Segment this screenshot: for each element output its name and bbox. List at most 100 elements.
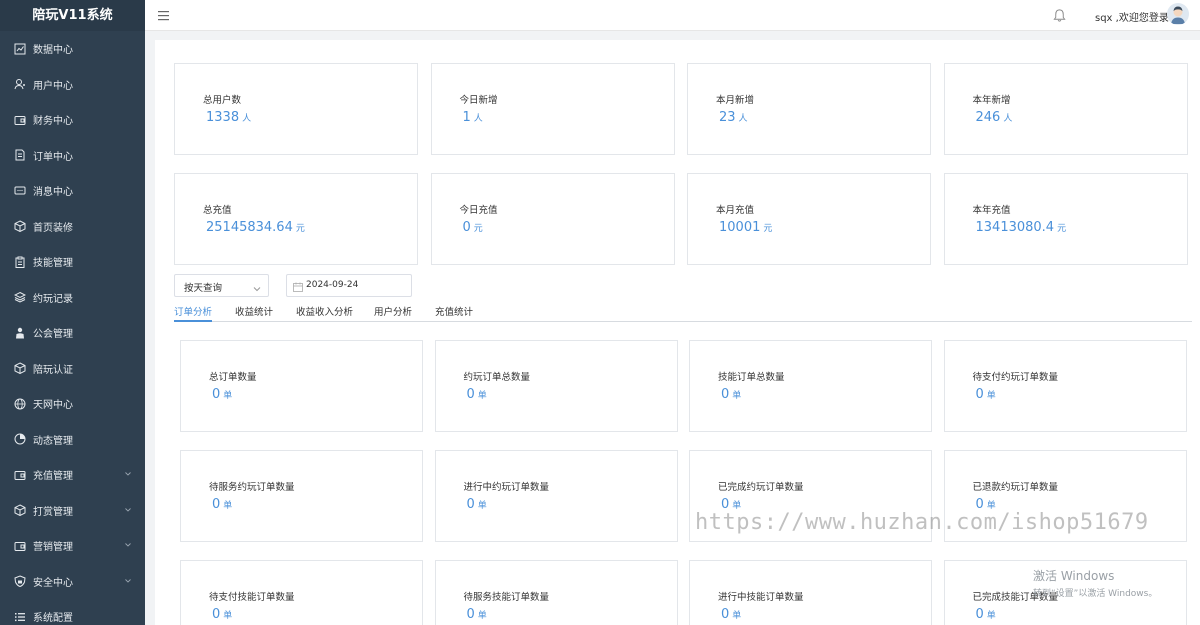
- stat-value-line: 25145834.64 元: [206, 220, 305, 235]
- sidebar-item-12[interactable]: 动态管理: [0, 422, 145, 458]
- stat-label: 待支付约玩订单数量: [972, 372, 1059, 383]
- box-icon: [14, 362, 26, 375]
- tab-4[interactable]: 用户分析: [374, 304, 412, 322]
- welcome-text: sqx ,欢迎您登录: [1095, 13, 1169, 24]
- stat-value-line: 0元: [463, 220, 483, 235]
- sidebar-item-9[interactable]: 公会管理: [0, 315, 145, 351]
- stat-label: 待服务技能订单数量: [463, 592, 550, 603]
- tab-1[interactable]: 订单分析: [174, 304, 213, 322]
- activation-hint: 转到“设置”以激活 Windows。: [1033, 589, 1158, 599]
- sidebar-item-label: 安全中心: [33, 577, 73, 589]
- stat-value-line: 0单: [721, 607, 741, 622]
- tab-5[interactable]: 充值统计: [435, 304, 473, 322]
- recharge-stat-card: 总充值 25145834.64 元: [174, 173, 418, 265]
- sidebar-item-3[interactable]: 财务中心: [0, 102, 145, 138]
- sidebar: 陪玩V11系统 数据中心 用户中心 财务中心 订单中心 消息中心 首页装修 技能管理 约玩记录…: [0, 0, 145, 625]
- stat-label: 进行中技能订单数量: [718, 592, 804, 603]
- stat-unit: 人: [738, 114, 748, 124]
- sidebar-item-label: 订单中心: [33, 151, 73, 163]
- sidebar-item-7[interactable]: 技能管理: [0, 244, 145, 280]
- sidebar-item-16[interactable]: 安全中心: [0, 564, 145, 600]
- sidebar-item-label: 天网中心: [33, 400, 73, 412]
- sidebar-item-4[interactable]: 订单中心: [0, 138, 145, 174]
- sidebar-item-6[interactable]: 首页装修: [0, 209, 145, 245]
- stat-value-line: 0单: [976, 387, 996, 402]
- stat-label: 总订单数量: [209, 372, 257, 383]
- stat-label: 已退款约玩订单数量: [972, 482, 1059, 493]
- stat-value-line: 23 人: [719, 110, 748, 125]
- stat-value-line: 0单: [212, 497, 232, 512]
- pie-icon: [14, 433, 26, 445]
- chart-icon: [14, 43, 26, 55]
- wallet-icon: [14, 114, 26, 126]
- query-mode-select[interactable]: 按天查询: [174, 274, 269, 297]
- sidebar-item-label: 营销管理: [33, 542, 73, 554]
- tab-2[interactable]: 收益统计: [235, 304, 273, 322]
- chevron-down-icon: [253, 282, 261, 292]
- message-icon: [14, 185, 26, 197]
- order-stat-card: 总订单数量 0 单: [180, 340, 423, 432]
- stat-value: 1: [462, 110, 471, 125]
- order-stat-card: 进行中技能订单数量 0 单: [689, 560, 932, 625]
- activation-watermark: 激活 Windows 转到“设置”以激活 Windows。: [1033, 567, 1157, 599]
- order-stat-card: 技能订单总数量 0 单: [689, 340, 932, 432]
- chevron-down-icon: [124, 470, 132, 478]
- bell-icon[interactable]: [1052, 8, 1067, 23]
- sidebar-item-13[interactable]: 充值管理: [0, 457, 145, 493]
- stat-unit: 单: [986, 611, 996, 621]
- stat-unit: 元: [1057, 224, 1067, 234]
- sidebar-item-label: 技能管理: [33, 258, 73, 270]
- stat-value: 0: [721, 607, 730, 622]
- list-icon: [14, 611, 26, 623]
- sidebar-item-label: 数据中心: [33, 45, 73, 57]
- stat-unit: 单: [986, 391, 996, 401]
- stat-value: 246: [975, 110, 1001, 125]
- sidebar-item-11[interactable]: 天网中心: [0, 386, 145, 422]
- sidebar-item-8[interactable]: 约玩记录: [0, 280, 145, 316]
- stat-label: 已完成约玩订单数量: [718, 482, 804, 493]
- sidebar-item-14[interactable]: 打赏管理: [0, 493, 145, 529]
- hamburger-icon[interactable]: [158, 10, 169, 21]
- activation-title: 激活 Windows: [1033, 569, 1115, 583]
- sidebar-item-label: 陪玩认证: [33, 364, 73, 376]
- stat-label: 总充值: [203, 205, 232, 216]
- recharge-stat-card: 本月充值 10001 元: [687, 173, 931, 265]
- order-stat-card: 待服务技能订单数量 0 单: [434, 560, 678, 625]
- stat-value-line: 10001 元: [719, 220, 772, 235]
- person-icon: [14, 327, 26, 339]
- tab-3[interactable]: 收益收入分析: [296, 304, 353, 322]
- sidebar-item-10[interactable]: 陪玩认证: [0, 351, 145, 387]
- sidebar-item-17[interactable]: 系统配置: [0, 599, 145, 625]
- user-stat-card: 今日新增 1 人: [430, 63, 675, 155]
- sidebar-menu: 数据中心用户中心 财务中心订单中心消息中心首页装修技能管理约玩记录 公会管理陪玩认证…: [0, 31, 145, 625]
- date-picker[interactable]: 2024-09-24: [286, 274, 412, 297]
- sidebar-item-5[interactable]: 消息中心: [0, 173, 145, 209]
- stat-label: 约玩订单总数量: [463, 372, 531, 383]
- avatar[interactable]: [1167, 3, 1189, 25]
- recharge-stat-card: 今日充值 0 元: [430, 173, 675, 265]
- stat-value: 25145834.64: [206, 220, 293, 235]
- sidebar-item-label: 消息中心: [33, 187, 73, 199]
- sidebar-item-1[interactable]: 数据中心: [0, 31, 145, 67]
- stat-value: 0: [212, 387, 221, 402]
- layers-icon: [14, 291, 26, 303]
- order-stat-card: 待支付约玩订单数量 0 单: [943, 340, 1187, 432]
- box-icon: [14, 504, 26, 517]
- document-icon: [14, 149, 26, 161]
- user-stat-card: 本年新增 246 人: [943, 63, 1188, 155]
- date-value: 2024-09-24: [306, 280, 359, 290]
- sidebar-item-15[interactable]: 营销管理: [0, 528, 145, 564]
- stat-unit: 单: [477, 501, 487, 511]
- stat-value: 10001: [719, 220, 761, 235]
- globe-icon: [14, 398, 26, 410]
- stat-label: 总用户数: [203, 95, 242, 106]
- sidebar-item-2[interactable]: 用户中心: [0, 67, 145, 103]
- stat-value: 23: [719, 110, 736, 125]
- stat-value-line: 0单: [212, 387, 232, 402]
- order-stat-card: 进行中约玩订单数量 0 单: [434, 450, 678, 542]
- stat-label: 技能订单总数量: [718, 372, 785, 383]
- stat-label: 本月新增: [716, 95, 755, 106]
- stat-label: 本年充值: [972, 205, 1011, 216]
- box-icon: [14, 220, 26, 233]
- stat-unit: 人: [242, 114, 252, 124]
